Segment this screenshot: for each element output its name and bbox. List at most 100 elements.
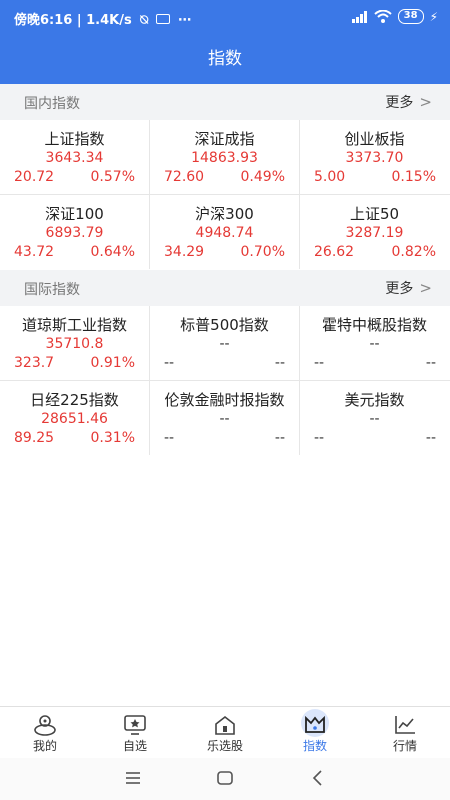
menu-icon[interactable] [123,768,143,788]
index-name: 深证成指 [194,130,255,148]
tab-watchlist[interactable]: 自选 [90,707,180,758]
domestic-section-title: 国内指数 [24,96,80,112]
page-title: 指数 [208,49,242,69]
international-index-grid: 道琼斯工业指数 35710.8 323.7 0.91% 标普500指数 -- -… [0,306,450,455]
tab-index[interactable]: 指数 [270,707,360,758]
index-card-sse-50[interactable]: 上证50 3287.19 26.62 0.82% [300,195,450,269]
index-price: 6893.79 [45,225,104,241]
domestic-index-grid: 上证指数 3643.34 20.72 0.57% 深证成指 14863.93 7… [0,120,450,269]
index-price: 3373.70 [345,150,404,166]
index-name: 沪深300 [195,205,254,223]
index-name: 创业板指 [344,130,405,148]
index-name: 美元指数 [344,391,405,409]
index-card-holt-china[interactable]: 霍特中概股指数 -- -- -- [300,306,450,380]
index-change: 89.25 [14,430,55,446]
index-change: -- [164,355,175,371]
tab-label: 我的 [32,739,57,753]
index-change: -- [314,355,325,371]
bottom-tab-bar: 我的 自选 乐选股 指数 行情 [0,706,450,758]
index-change-percent: 0.91% [90,355,135,371]
index-change: 323.7 [14,355,55,371]
home-icon[interactable] [215,768,235,788]
system-nav-bar [0,758,450,800]
index-card-dow-jones[interactable]: 道琼斯工业指数 35710.8 323.7 0.91% [0,306,150,380]
index-name: 道琼斯工业指数 [21,316,127,334]
index-name: 霍特中概股指数 [321,316,427,334]
domestic-more-label: 更多 [385,95,414,111]
chevron-right-icon: > [419,93,432,111]
index-change: 72.60 [164,169,205,185]
tab-mine[interactable]: 我的 [0,707,90,758]
index-change-percent: 0.70% [240,244,285,260]
index-card-shanghai-composite[interactable]: 上证指数 3643.34 20.72 0.57% [0,120,150,194]
status-bar: 傍晚6:16 | 1.4K/s ⍉ ⋯ 38 ⚡ [0,0,450,34]
domestic-more-link[interactable]: 更多 > [385,92,432,112]
index-card-shenzhen-component[interactable]: 深证成指 14863.93 72.60 0.49% [150,120,300,194]
index-change: 20.72 [14,169,55,185]
international-section-title: 国际指数 [24,282,80,298]
battery-icon: 38 [397,9,424,24]
index-change-percent: 0.31% [90,430,135,446]
market-chart-icon [395,716,415,734]
index-icon [305,715,325,733]
back-icon[interactable] [308,768,328,788]
index-price: 3287.19 [345,225,404,241]
tab-label: 指数 [302,739,327,753]
index-change: 43.72 [14,244,55,260]
index-change-percent: -- [425,430,436,446]
index-price: 35710.8 [45,336,104,352]
index-change: -- [164,430,175,446]
index-price: 4948.74 [195,225,254,241]
wifi-icon [373,10,392,23]
index-card-csi-300[interactable]: 沪深300 4948.74 34.29 0.70% [150,195,300,269]
index-name: 深证100 [45,205,104,223]
tab-label: 行情 [392,739,417,753]
profile-icon [34,715,56,736]
index-name: 日经225指数 [30,391,119,409]
index-price: -- [219,336,230,352]
app-notification-icon [155,14,170,24]
index-change-percent: -- [274,355,285,371]
app-header: 傍晚6:16 | 1.4K/s ⍉ ⋯ 38 ⚡ 指数 [0,0,450,84]
index-change-percent: -- [425,355,436,371]
tab-market[interactable]: 行情 [360,707,450,758]
tab-label: 乐选股 [206,739,243,753]
index-change: -- [314,430,325,446]
signal-icon [351,10,367,23]
chevron-right-icon: > [419,279,432,297]
index-card-ftse[interactable]: 伦敦金融时报指数 -- -- -- [150,381,300,455]
charging-icon: ⚡ [429,9,438,24]
domestic-section-header: 国内指数 更多 > [0,84,450,120]
index-change: 34.29 [164,244,205,260]
international-more-label: 更多 [385,281,414,297]
index-change-percent: 0.64% [90,244,135,260]
index-change-percent: 0.82% [391,244,436,260]
index-change-percent: 0.57% [90,169,135,185]
tab-stock-picker[interactable]: 乐选股 [180,707,270,758]
index-card-nikkei-225[interactable]: 日经225指数 28651.46 89.25 0.31% [0,381,150,455]
index-change: 5.00 [314,169,346,185]
index-name: 标普500指数 [180,316,269,334]
tab-label: 自选 [122,739,147,753]
index-price: 14863.93 [191,150,258,166]
index-card-chinext[interactable]: 创业板指 3373.70 5.00 0.15% [300,120,450,194]
international-more-link[interactable]: 更多 > [385,278,432,298]
index-card-sp500[interactable]: 标普500指数 -- -- -- [150,306,300,380]
index-name: 伦敦金融时报指数 [164,391,285,409]
watchlist-icon [124,715,146,735]
stock-picker-icon [215,715,235,735]
mute-icon: ⍉ [140,13,149,28]
index-card-dollar-index[interactable]: 美元指数 -- -- -- [300,381,450,455]
international-section-header: 国际指数 更多 > [0,270,450,306]
index-price: -- [219,411,230,427]
index-price: 3643.34 [45,150,104,166]
index-card-szse-100[interactable]: 深证100 6893.79 43.72 0.64% [0,195,150,269]
index-change-percent: 0.15% [391,169,436,185]
index-price: -- [369,336,380,352]
more-notifications-icon: ⋯ [178,13,192,28]
index-price: 28651.46 [41,411,108,427]
index-name: 上证50 [349,205,400,223]
index-price: -- [369,411,380,427]
index-name: 上证指数 [44,130,105,148]
index-change-percent: -- [274,430,285,446]
